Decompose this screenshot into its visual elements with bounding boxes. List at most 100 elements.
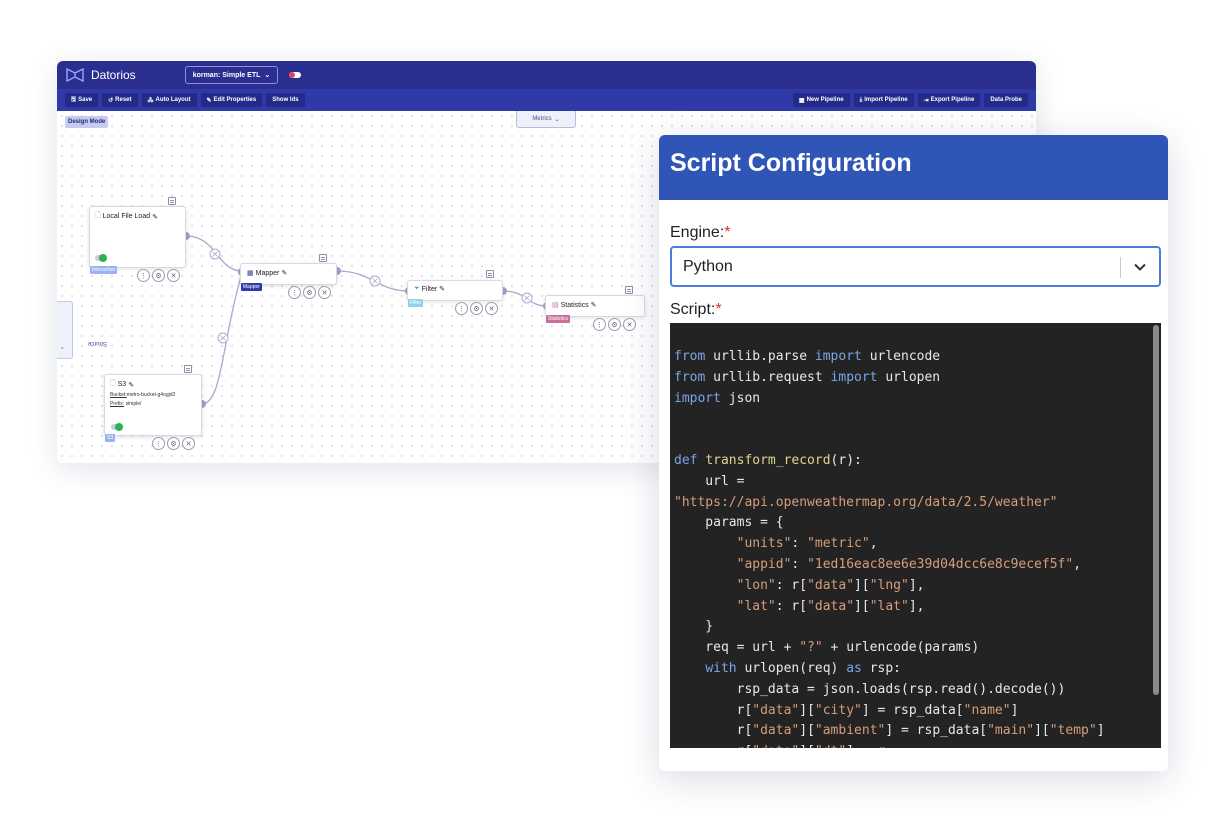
bucket-icon: 🗋 [110, 380, 116, 387]
close-icon[interactable]: ✕ [623, 318, 636, 331]
code-line: rsp_data = json.loads(rsp.read().decode(… [674, 681, 1066, 697]
layout-icon: ⁂ [147, 97, 154, 104]
code-line: "lat": r["data"]["lat"], [736, 598, 925, 614]
save-button[interactable]: 🖫 Save [65, 93, 99, 107]
pencil-icon[interactable]: ✎ [128, 381, 134, 389]
brand-logo[interactable]: Datorios [65, 67, 136, 83]
mapper-icon: ▦ [247, 270, 254, 277]
close-icon[interactable]: ✕ [167, 269, 180, 282]
modal-title: Script Configuration [670, 149, 912, 177]
filter-icon: ⏷ [414, 285, 420, 292]
s3-bucket-line: Bucket:metro-bucket-g4ogjd2 [110, 392, 176, 398]
node-statistics-title: ▤ Statistics ✎ [552, 301, 597, 310]
code-line: with urlopen(req) as rsp: [705, 660, 901, 676]
code-line: params = { [674, 515, 784, 531]
brand-name: Datorios [91, 68, 136, 82]
node-mapper-title: ▦ Mapper ✎ [247, 269, 288, 278]
node-active-toggle[interactable] [95, 254, 107, 262]
pipeline-select[interactable]: korman: Simple ETL ⌄ [184, 66, 279, 84]
node-info-icon[interactable] [168, 197, 176, 205]
close-icon[interactable]: ✕ [182, 437, 195, 450]
auto-layout-button[interactable]: ⁂ Auto Layout [141, 93, 197, 107]
engine-select[interactable]: Python [670, 246, 1161, 287]
code-line: url = [674, 473, 745, 489]
engine-label: Engine:* [670, 224, 731, 241]
data-probe-button[interactable]: Data Probe [984, 93, 1028, 107]
code-line: "units": "metric", [736, 536, 878, 552]
import-icon: ⤓ [859, 96, 863, 103]
export-pipeline-button[interactable]: ⇥ Export Pipeline [917, 93, 981, 107]
script-code-editor[interactable]: from urllib.parse import urlencode from u… [670, 323, 1161, 748]
code-line: } [674, 619, 714, 635]
gear-icon[interactable]: ⚙ [152, 269, 165, 282]
file-icon: 🗋 [95, 212, 101, 219]
new-pipeline-button[interactable]: ▦ New Pipeline [792, 93, 850, 107]
code-content: from urllib.parse import urlencode from u… [674, 347, 1105, 748]
node-info-icon[interactable] [486, 270, 494, 278]
chevron-down-icon[interactable] [1133, 260, 1147, 274]
node-tag-interactive: Interactive [90, 266, 118, 274]
import-pipeline-button[interactable]: ⤓ Import Pipeline [853, 93, 914, 107]
grid-icon: ▦ [798, 97, 805, 104]
export-icon: ⇥ [923, 97, 929, 104]
close-icon[interactable]: ✕ [485, 302, 498, 315]
code-line: r["data"]["ambient"] = rsp_data["main"][… [674, 723, 1105, 739]
script-label: Script:* [670, 301, 722, 318]
edit-properties-button[interactable]: ✎ Edit Properties [200, 93, 263, 107]
gear-icon[interactable]: ⚙ [470, 302, 483, 315]
node-actions: ⋮ ⚙ ✕ [455, 302, 498, 315]
node-tag-s3: S3 [105, 434, 116, 442]
node-actions: ⋮ ⚙ ✕ [152, 437, 195, 450]
node-info-icon[interactable] [184, 365, 192, 373]
select-separator [1120, 257, 1121, 278]
node-info-icon[interactable] [319, 254, 327, 262]
more-icon[interactable]: ⋮ [137, 269, 150, 282]
node-local-file-load-title: 🗋 Local File Load ✎ [95, 212, 158, 221]
toolbar: 🖫 Save ↺ Reset ⁂ Auto Layout ✎ Edit Properti… [57, 89, 1036, 111]
required-mark: * [715, 301, 722, 318]
more-icon[interactable]: ⋮ [152, 437, 165, 450]
more-icon[interactable]: ⋮ [593, 318, 606, 331]
modal-header: Script Configuration [659, 135, 1168, 200]
stage: Datorios korman: Simple ETL ⌄ 🖫 Save ↺ Res… [0, 0, 1231, 832]
code-line: r["data"]["dt"] = r [674, 742, 1105, 748]
reset-button[interactable]: ↺ Reset [102, 93, 138, 107]
node-tag-mapper: Mapper [241, 283, 262, 291]
pencil-icon[interactable]: ✎ [281, 269, 287, 277]
pencil-icon[interactable]: ✎ [591, 301, 597, 309]
node-active-toggle[interactable] [111, 423, 123, 431]
pencil-icon[interactable]: ✎ [439, 285, 445, 293]
node-actions: ⋮ ⚙ ✕ [137, 269, 180, 282]
close-icon[interactable]: ✕ [318, 286, 331, 299]
mode-toggle[interactable] [289, 72, 302, 78]
code-line: "lon": r["data"]["lng"], [736, 577, 925, 593]
gear-icon[interactable]: ⚙ [608, 318, 621, 331]
toolbar-right-group: ▦ New Pipeline ⤓ Import Pipeline ⇥ Export P… [792, 93, 1028, 107]
node-info-icon[interactable] [625, 286, 633, 294]
pipeline-select-value: korman: Simple ETL [192, 71, 261, 79]
code-line: req = url + "?" + urlencode(params) [674, 640, 980, 656]
node-filter-title: ⏷ Filter ✎ [414, 285, 446, 293]
datorios-logo-icon [66, 67, 84, 83]
node-actions: ⋮ ⚙ ✕ [593, 318, 636, 331]
node-tag-filter: Filter [408, 299, 424, 307]
pencil-icon[interactable]: ✎ [152, 213, 158, 221]
code-line: "appid": "1ed16eac8ee6e39d04dcc6e8c9ecef… [736, 556, 1082, 572]
pencil-icon: ✎ [206, 97, 212, 104]
code-line: from urllib.request import urlopen [674, 369, 941, 385]
gear-icon[interactable]: ⚙ [167, 437, 180, 450]
chevron-down-icon: ⌄ [264, 72, 271, 79]
more-icon[interactable]: ⋮ [288, 286, 301, 299]
script-configuration-modal: Script Configuration Engine:* Python Scr… [659, 135, 1168, 771]
more-icon[interactable]: ⋮ [455, 302, 468, 315]
required-mark: * [724, 224, 731, 241]
node-actions: ⋮ ⚙ ✕ [288, 286, 331, 299]
code-line: "https://api.openweathermap.org/data/2.5… [674, 494, 1058, 510]
show-ids-button[interactable]: Show Ids [266, 93, 305, 107]
editor-scrollbar[interactable] [1153, 325, 1159, 695]
code-line: from urllib.parse import urlencode [674, 349, 941, 364]
top-bar: Datorios korman: Simple ETL ⌄ [57, 61, 1036, 89]
gear-icon[interactable]: ⚙ [303, 286, 316, 299]
